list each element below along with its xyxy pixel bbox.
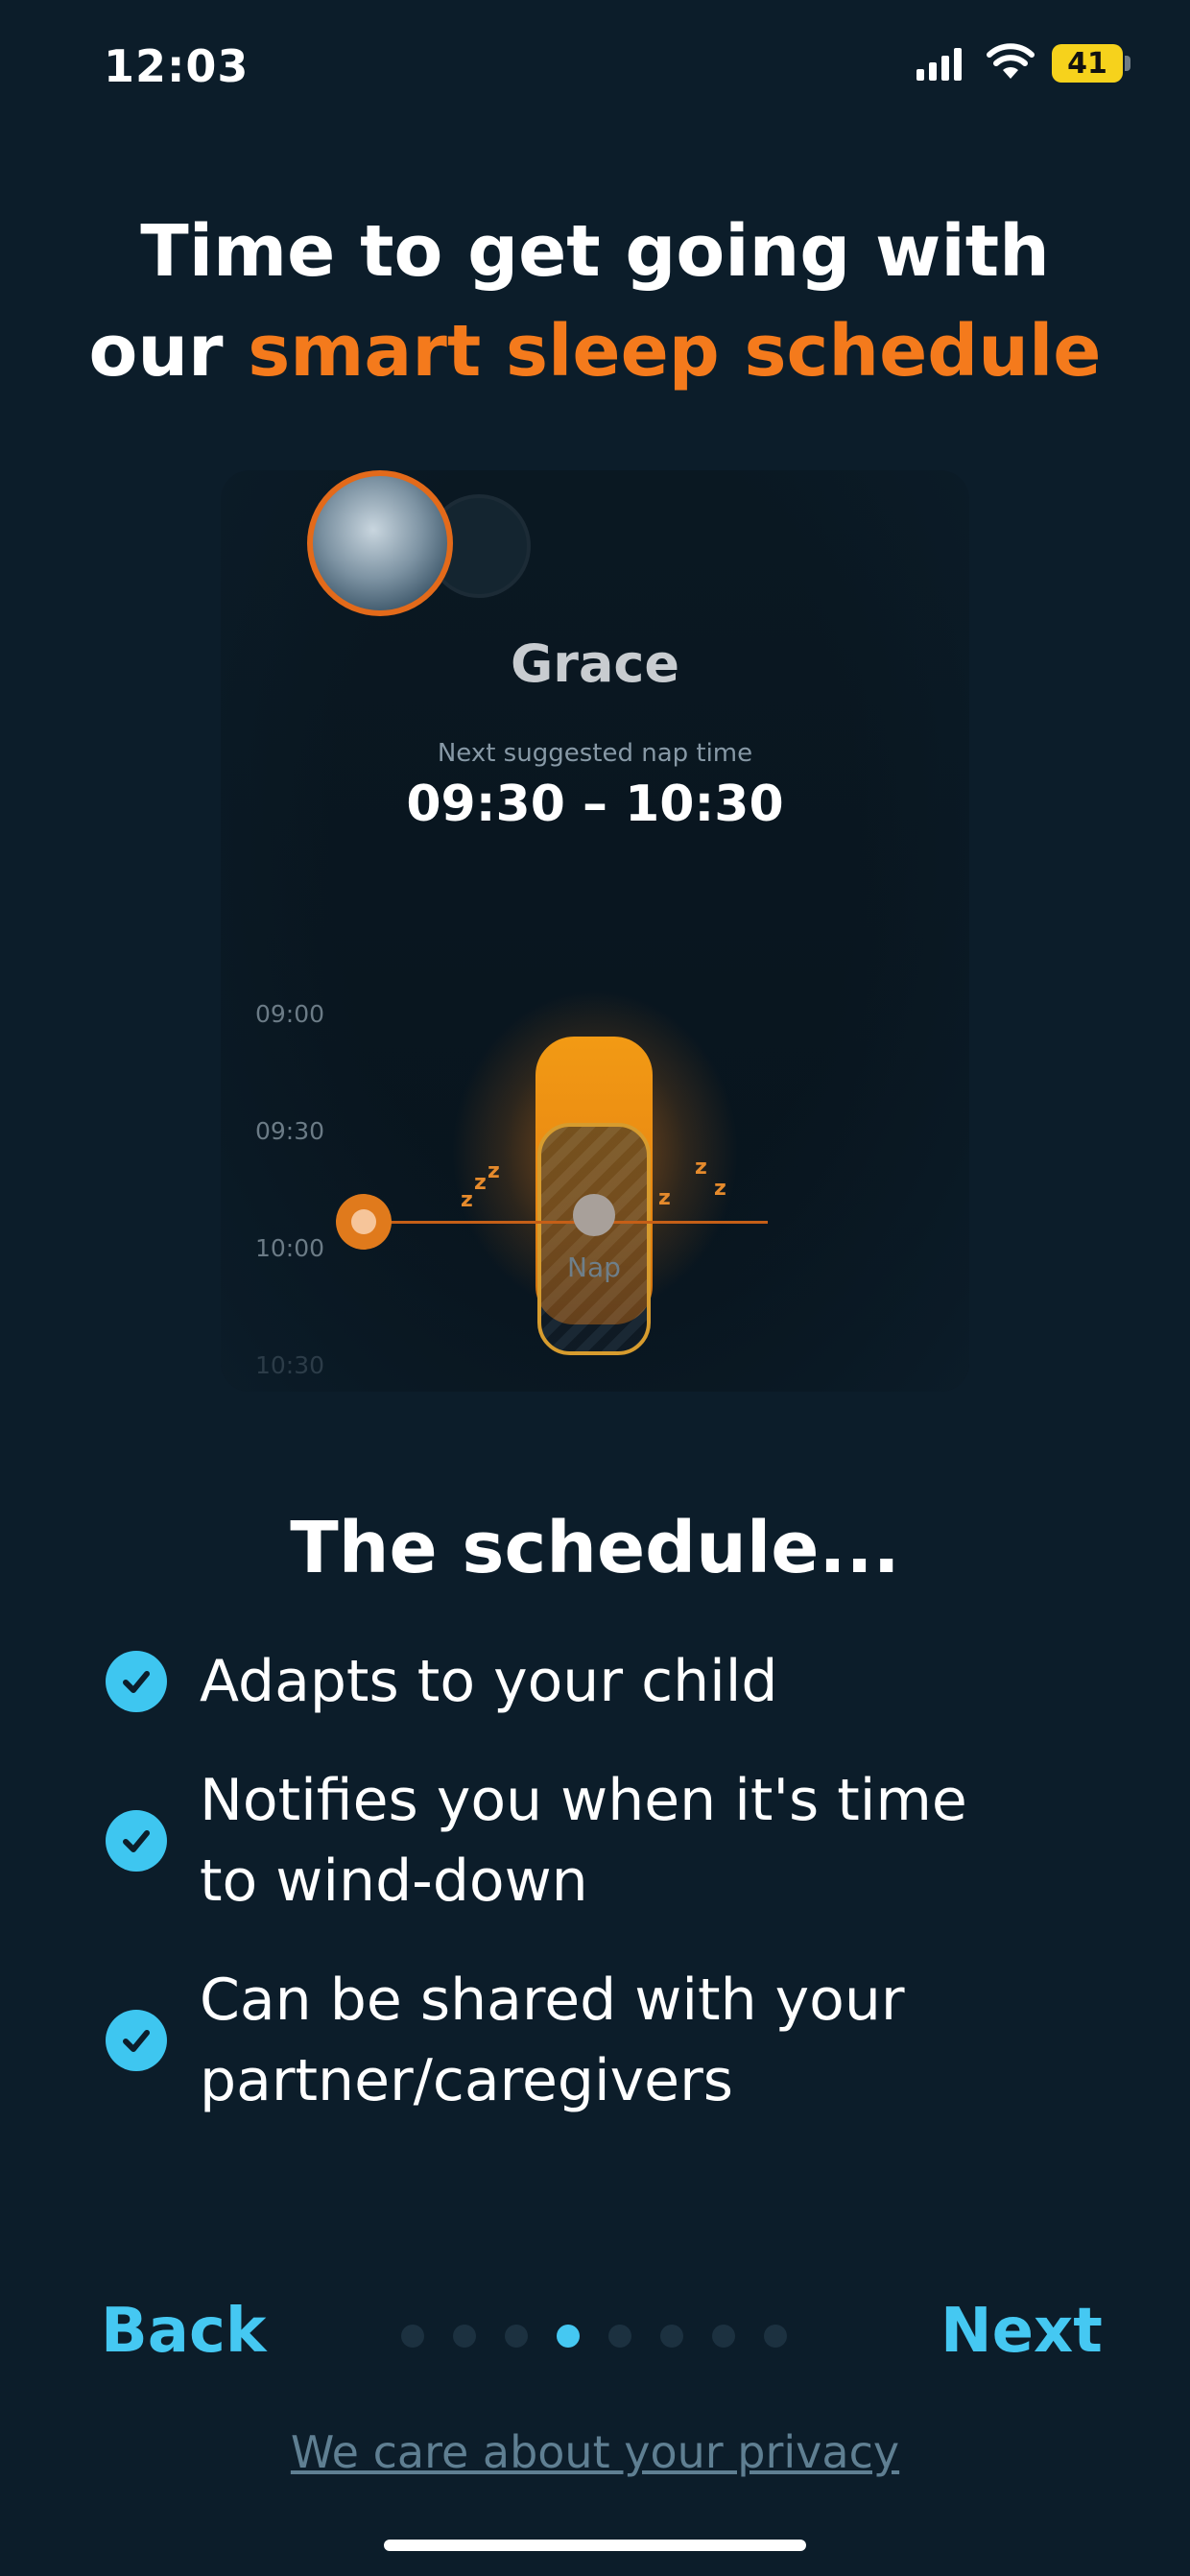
zz-icon: z bbox=[695, 1156, 707, 1180]
current-time-line bbox=[365, 1221, 768, 1224]
face-icon bbox=[351, 1209, 376, 1234]
feature-text: Adapts to your child bbox=[200, 1641, 778, 1722]
title-line-2: our smart sleep schedule bbox=[0, 301, 1190, 401]
title-line-1: Time to get going with bbox=[140, 210, 1050, 293]
schedule-title: The schedule... bbox=[290, 1507, 900, 1589]
zz-icon: z bbox=[658, 1186, 671, 1210]
child-avatar bbox=[307, 470, 453, 616]
feature-item: Can be shared with your partner/caregive… bbox=[106, 1960, 1094, 2121]
time-label: 10:00 bbox=[255, 1234, 325, 1262]
home-indicator[interactable] bbox=[384, 2540, 806, 2551]
title-prefix: our bbox=[88, 310, 249, 393]
child-name: Grace bbox=[510, 633, 680, 694]
page-title: Time to get going with our smart sleep s… bbox=[0, 202, 1190, 401]
battery-icon: 41 bbox=[1052, 44, 1123, 83]
checkmark-icon bbox=[106, 2010, 167, 2071]
page-dot bbox=[453, 2325, 476, 2348]
nap-time-range: 09:30 – 10:30 bbox=[406, 775, 784, 833]
page-dot bbox=[505, 2325, 528, 2348]
page-dot bbox=[608, 2325, 631, 2348]
status-bar: 12:03 41 bbox=[0, 0, 1190, 134]
page-indicator bbox=[401, 2325, 816, 2348]
battery-level: 41 bbox=[1067, 46, 1107, 81]
feature-text-line: Notifies you when it's time bbox=[200, 1767, 967, 1834]
feature-item: Adapts to your child bbox=[106, 1641, 1094, 1722]
wifi-icon bbox=[987, 43, 1035, 79]
zz-icon: z bbox=[714, 1177, 726, 1201]
page-dot bbox=[764, 2325, 787, 2348]
time-label: 10:30 bbox=[255, 1351, 325, 1379]
back-button[interactable]: Back bbox=[101, 2296, 266, 2367]
feature-text-line: Can be shared with your bbox=[200, 1967, 905, 2034]
cellular-signal-icon bbox=[916, 48, 962, 81]
feature-item: Notifies you when it's time to wind-down bbox=[106, 1760, 1094, 1921]
checkmark-icon bbox=[106, 1651, 167, 1712]
zz-icon: z bbox=[488, 1159, 500, 1183]
feature-list: Adapts to your child Notifies you when i… bbox=[106, 1641, 1094, 2159]
page-dot bbox=[660, 2325, 683, 2348]
title-accent: smart sleep schedule bbox=[248, 310, 1102, 393]
privacy-link[interactable]: We care about your privacy bbox=[0, 2426, 1190, 2478]
nap-block bbox=[537, 1123, 651, 1355]
nap-label: Nap bbox=[567, 1252, 621, 1283]
feature-text-line: Adapts to your child bbox=[200, 1648, 778, 1715]
nap-baby-icon bbox=[573, 1194, 615, 1236]
zz-icon: z bbox=[474, 1171, 487, 1195]
feature-text: Notifies you when it's time to wind-down bbox=[200, 1760, 967, 1921]
status-time: 12:03 bbox=[104, 40, 250, 92]
zz-icon: z bbox=[461, 1188, 473, 1212]
nap-caption: Next suggested nap time bbox=[437, 739, 753, 768]
sleeping-baby-icon bbox=[336, 1194, 392, 1250]
feature-text: Can be shared with your partner/caregive… bbox=[200, 1960, 905, 2121]
feature-text-line: to wind-down bbox=[200, 1848, 588, 1915]
time-label: 09:30 bbox=[255, 1117, 325, 1145]
feature-text-line: partner/caregivers bbox=[200, 2047, 733, 2114]
battery-cap bbox=[1125, 56, 1130, 71]
checkmark-icon bbox=[106, 1810, 167, 1872]
time-label: 09:00 bbox=[255, 1000, 325, 1028]
page-dot-active bbox=[557, 2325, 580, 2348]
next-button[interactable]: Next bbox=[940, 2296, 1103, 2367]
page-dot bbox=[401, 2325, 424, 2348]
page-dot bbox=[712, 2325, 735, 2348]
